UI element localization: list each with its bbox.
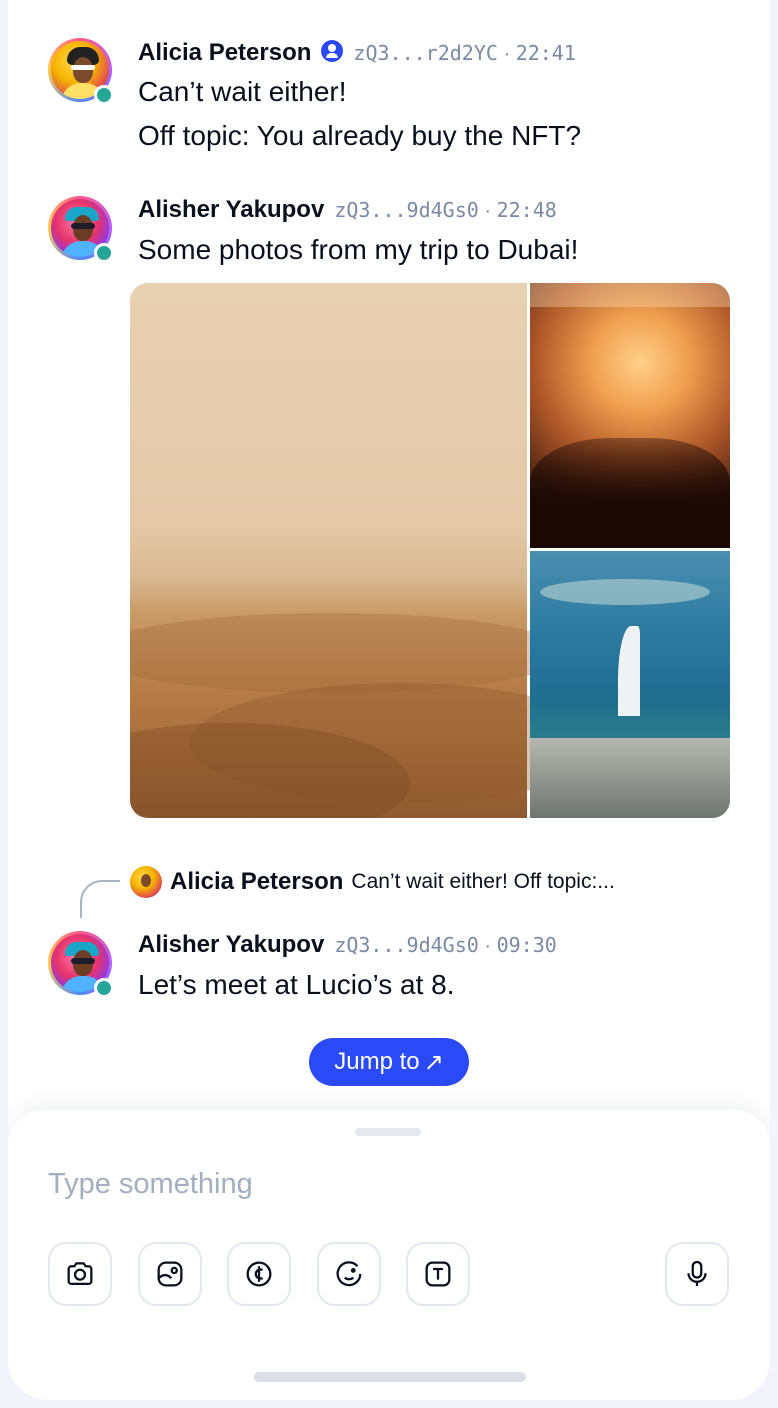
microphone-icon <box>687 1260 707 1287</box>
chat-screen: Alicia Peterson zQ3...r2d2YC · 22:41 Can… <box>8 0 770 1400</box>
reply-reference[interactable]: Alicia Peterson Can’t wait either! Off t… <box>130 866 615 898</box>
composer-sheet <box>8 1110 770 1400</box>
message-alisher-1[interactable]: Alisher Yakupov zQ3...9d4Gs0 · 22:48 Som… <box>48 196 750 272</box>
emoji-button[interactable] <box>317 1242 381 1306</box>
meta-separator: · <box>478 935 497 957</box>
reply-avatar <box>130 866 162 898</box>
online-status-icon <box>94 978 114 998</box>
microphone-button[interactable] <box>665 1242 729 1306</box>
timestamp: 22:41 <box>515 41 576 65</box>
photo-desert[interactable] <box>130 283 610 818</box>
public-key: zQ3...9d4Gs0 <box>334 933 479 957</box>
coin-icon <box>246 1261 272 1287</box>
timestamp: 22:48 <box>496 198 557 222</box>
message-alisher-2[interactable]: Alisher Yakupov zQ3...9d4Gs0 · 09:30 Let… <box>48 931 750 1007</box>
message-alicia-1[interactable]: Alicia Peterson zQ3...r2d2YC · 22:41 Can… <box>48 38 750 158</box>
image-icon <box>157 1261 183 1287</box>
photo-gallery <box>130 283 730 818</box>
reply-snippet: Can’t wait either! Off topic:... <box>351 870 615 893</box>
message-text: Off topic: You already buy the NFT? <box>138 120 582 151</box>
photo-dubai[interactable] <box>530 551 730 818</box>
coin-button[interactable] <box>227 1242 291 1306</box>
author-name[interactable]: Alisher Yakupov <box>138 931 324 959</box>
meta-separator: · <box>478 200 497 222</box>
author-name[interactable]: Alicia Peterson <box>138 39 311 67</box>
message-input[interactable] <box>48 1164 648 1204</box>
photo-concert[interactable] <box>530 283 730 548</box>
jump-to-button[interactable]: Jump to ↗ <box>309 1038 469 1086</box>
image-button[interactable] <box>138 1242 202 1306</box>
author-name[interactable]: Alisher Yakupov <box>138 196 324 224</box>
drag-handle[interactable] <box>355 1128 421 1136</box>
public-key: zQ3...9d4Gs0 <box>334 198 479 222</box>
message-text: Can’t wait either! <box>138 76 347 107</box>
arrow-up-right-icon: ↗ <box>423 1048 444 1076</box>
meta-separator: · <box>497 43 516 65</box>
reply-author: Alicia Peterson <box>170 868 344 895</box>
message-text: Some photos from my trip to Dubai! <box>138 234 579 265</box>
camera-button[interactable] <box>48 1242 112 1306</box>
text-format-icon <box>425 1261 451 1287</box>
online-status-icon <box>94 243 114 263</box>
message-meta: zQ3...9d4Gs0 · 22:48 <box>334 198 557 223</box>
timestamp: 09:30 <box>496 933 557 957</box>
message-meta: zQ3...r2d2YC · 22:41 <box>353 41 576 66</box>
message-meta: zQ3...9d4Gs0 · 09:30 <box>334 933 557 958</box>
home-indicator <box>254 1372 526 1382</box>
public-key: zQ3...r2d2YC <box>353 41 498 65</box>
message-text: Let’s meet at Lucio’s at 8. <box>138 969 455 1000</box>
reply-connector <box>80 880 120 918</box>
camera-icon <box>67 1262 93 1286</box>
jump-label: Jump to <box>334 1048 420 1075</box>
text-format-button[interactable] <box>406 1242 470 1306</box>
emoji-icon <box>336 1261 362 1287</box>
verified-contact-icon <box>321 40 344 62</box>
online-status-icon <box>94 85 114 105</box>
